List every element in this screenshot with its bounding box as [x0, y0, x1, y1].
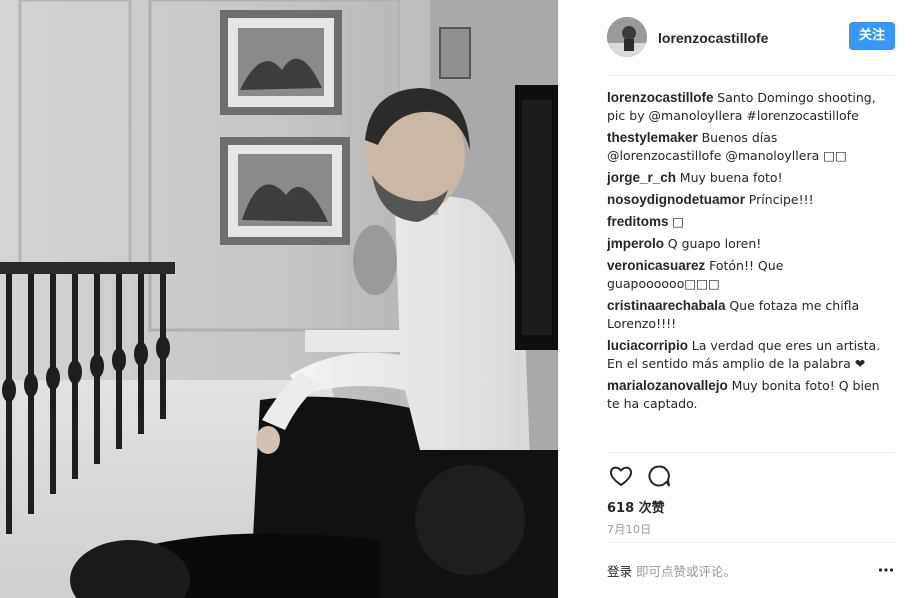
- comment-text: Príncipe!!!: [748, 192, 814, 207]
- login-link[interactable]: 登录: [607, 564, 632, 579]
- comment-text: Muy buena foto!: [679, 170, 783, 185]
- comment-text: Q guapo loren!: [667, 236, 762, 251]
- comment-item: nosoydignodetuamor Príncipe!!!: [607, 191, 895, 209]
- comment-item: marialozanovallejo Muy bonita foto! Q bi…: [607, 377, 895, 413]
- comments-list[interactable]: lorenzocastillofe Santo Domingo shooting…: [607, 89, 895, 445]
- avatar[interactable]: [607, 17, 647, 57]
- comment-item: jorge_r_ch Muy buena foto!: [607, 169, 895, 187]
- comment-username[interactable]: luciacorripio: [607, 338, 688, 353]
- post-actions: [607, 462, 687, 490]
- comment-username[interactable]: jmperolo: [607, 236, 664, 251]
- post-panel: lorenzocastillofe 关注 lorenzocastillofe S…: [558, 0, 916, 598]
- comment-username[interactable]: freditoms: [607, 214, 669, 229]
- comment-username[interactable]: jorge_r_ch: [607, 170, 676, 185]
- comment-item: luciacorripio La verdad que eres un arti…: [607, 337, 895, 373]
- comment-item: jmperolo Q guapo loren!: [607, 235, 895, 253]
- likes-count[interactable]: 618 次赞: [607, 497, 665, 516]
- comment-item: freditoms □: [607, 213, 895, 231]
- comment-username[interactable]: cristinaarechabala: [607, 298, 726, 313]
- post-photo[interactable]: [0, 0, 558, 598]
- post-date: 7月10日: [607, 523, 652, 536]
- comment-item: cristinaarechabala Que fotaza me chifla …: [607, 297, 895, 333]
- comment-username[interactable]: marialozanovallejo: [607, 378, 728, 393]
- heart-outline-icon[interactable]: [607, 462, 635, 490]
- comment-text: □: [672, 214, 685, 229]
- divider: [607, 452, 895, 453]
- comment-item: veronicasuarez Fotón!! Que guapoooooo□□□: [607, 257, 895, 293]
- divider: [607, 542, 895, 543]
- avatar-image: [607, 17, 647, 57]
- follow-button[interactable]: 关注: [849, 22, 895, 50]
- author-username[interactable]: lorenzocastillofe: [658, 30, 768, 46]
- photo-illustration: [0, 0, 558, 598]
- caption: lorenzocastillofe Santo Domingo shooting…: [607, 89, 895, 125]
- comment-username[interactable]: veronicasuarez: [607, 258, 705, 273]
- divider: [607, 75, 895, 76]
- comment-item: thestylemaker Buenos días @lorenzocastil…: [607, 129, 895, 165]
- ellipsis-icon[interactable]: [877, 561, 895, 579]
- speech-bubble-icon[interactable]: [645, 462, 673, 490]
- comment-username[interactable]: nosoydignodetuamor: [607, 192, 745, 207]
- caption-username[interactable]: lorenzocastillofe: [607, 90, 714, 105]
- comment-username[interactable]: thestylemaker: [607, 130, 698, 145]
- login-prompt: 登录 即可点赞或评论。: [607, 561, 895, 579]
- post-header: lorenzocastillofe 关注: [607, 17, 895, 57]
- login-hint: 即可点赞或评论。: [636, 564, 737, 579]
